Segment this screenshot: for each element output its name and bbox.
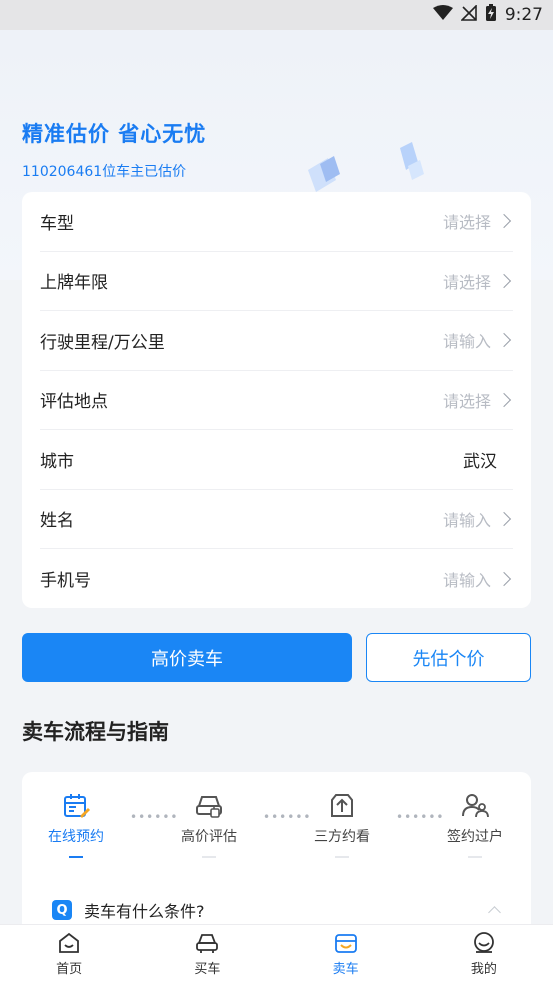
form-row-placeholder: 请选择 xyxy=(442,213,491,233)
form-row-value-area[interactable]: 请输入 xyxy=(443,567,513,591)
nav-home[interactable]: 首页 xyxy=(0,925,138,983)
faq-question: 卖车有什么条件? xyxy=(84,902,205,921)
form-row-value-area[interactable]: 请输入 xyxy=(443,507,513,531)
form-row[interactable]: 姓名 请输入 xyxy=(40,490,513,549)
form-row-label: 车型 xyxy=(40,213,74,234)
nav-label: 首页 xyxy=(56,962,83,977)
form-row-value-area[interactable]: 武汉 xyxy=(463,447,513,472)
no-signal-icon xyxy=(459,3,477,26)
status-bar: 9:27 xyxy=(0,0,553,30)
step-appraisal[interactable]: 高价评估 xyxy=(159,792,259,858)
nav-label: 我的 xyxy=(470,962,497,977)
step-three-party-viewing[interactable]: 三方约看 xyxy=(292,792,392,858)
form-row-placeholder: 请输入 xyxy=(442,510,491,530)
bottom-nav: 首页 买车 卖车 我的 xyxy=(0,924,553,983)
nav-sell-car[interactable]: 卖车 xyxy=(277,925,415,983)
chevron-right-icon xyxy=(496,392,512,407)
process-card: 在线预约 •••••• 高价评估 •••••• 三方约看 •••••• 签约过户… xyxy=(22,772,531,942)
form-row-label: 上牌年限 xyxy=(40,273,108,294)
nav-label: 卖车 xyxy=(332,962,359,977)
form-row-placeholder: 请选择 xyxy=(442,272,491,292)
step-label: 高价评估 xyxy=(181,829,237,845)
form-row[interactable]: 手机号 请输入 xyxy=(40,549,513,609)
chevron-right-icon xyxy=(496,511,512,526)
hero-illustration-icon xyxy=(300,140,440,199)
profile-icon xyxy=(473,932,494,953)
form-row[interactable]: 上牌年限 请选择 xyxy=(40,252,513,311)
form-row-label: 评估地点 xyxy=(40,392,108,413)
form-row-value-area[interactable]: 请选择 xyxy=(443,388,513,412)
hero-title: 精准估价 省心无忧 xyxy=(22,122,207,146)
step-online-booking[interactable]: 在线预约 xyxy=(26,792,126,858)
form-row-value: 武汉 xyxy=(463,451,497,472)
status-time: 9:27 xyxy=(504,5,543,25)
form-row-label: 姓名 xyxy=(40,511,74,532)
form-row-placeholder: 请选择 xyxy=(442,391,491,411)
battery-charging-icon xyxy=(485,3,497,27)
form-row-placeholder: 请输入 xyxy=(442,570,491,590)
chevron-up-icon[interactable] xyxy=(488,906,501,919)
wifi-icon xyxy=(432,4,453,26)
valuation-form: 车型 请选择 上牌年限 请选择 行驶里程/万公里 请输入 评估地点 请选择 城市 武汉 姓名 请输入手… xyxy=(22,192,531,608)
step-sign-transfer[interactable]: 签约过户 xyxy=(425,792,525,858)
upload-box-icon xyxy=(331,794,353,817)
chevron-right-icon xyxy=(496,333,512,348)
form-row-value-area[interactable]: 请选择 xyxy=(443,209,513,233)
nav-label: 买车 xyxy=(194,962,221,977)
faq-item[interactable]: Q 卖车有什么条件? xyxy=(52,898,205,922)
form-row[interactable]: 行驶里程/万公里 请输入 xyxy=(40,311,513,371)
form-row-label: 城市 xyxy=(40,451,74,472)
guide-section-title: 卖车流程与指南 xyxy=(22,720,169,744)
form-row-value-area[interactable]: 请输入 xyxy=(443,328,513,352)
step-label: 在线预约 xyxy=(48,829,104,845)
process-steps: 在线预约 •••••• 高价评估 •••••• 三方约看 •••••• 签约过户 xyxy=(22,792,531,872)
form-row-placeholder: 请输入 xyxy=(442,332,491,352)
chevron-right-icon xyxy=(496,571,512,586)
form-row-label: 手机号 xyxy=(40,571,91,592)
estimate-price-button[interactable]: 先估个价 xyxy=(366,633,531,682)
form-row-label: 行驶里程/万公里 xyxy=(40,332,165,353)
sell-car-icon xyxy=(334,934,357,953)
car-appraisal-icon xyxy=(196,796,222,818)
car-icon xyxy=(196,934,219,953)
calendar-edit-icon xyxy=(64,794,90,818)
form-row[interactable]: 城市 武汉 xyxy=(40,430,513,490)
step-indicator xyxy=(335,856,349,858)
step-label: 三方约看 xyxy=(314,829,370,845)
users-icon xyxy=(462,794,489,818)
step-indicator xyxy=(468,856,482,858)
chevron-right-icon xyxy=(496,214,512,229)
nav-buy-car[interactable]: 买车 xyxy=(138,925,276,983)
form-row[interactable]: 车型 请选择 xyxy=(40,192,513,252)
nav-profile[interactable]: 我的 xyxy=(415,925,553,983)
home-icon xyxy=(59,932,80,953)
sell-high-price-button[interactable]: 高价卖车 xyxy=(22,633,352,682)
form-row[interactable]: 评估地点 请选择 xyxy=(40,371,513,430)
form-row-value-area[interactable]: 请选择 xyxy=(443,269,513,293)
chevron-right-icon xyxy=(496,273,512,288)
faq-badge: Q xyxy=(52,900,72,920)
step-indicator xyxy=(69,856,83,858)
hero-subtitle: 110206461位车主已估价 xyxy=(22,164,187,180)
step-label: 签约过户 xyxy=(447,829,503,845)
step-indicator xyxy=(202,856,216,858)
